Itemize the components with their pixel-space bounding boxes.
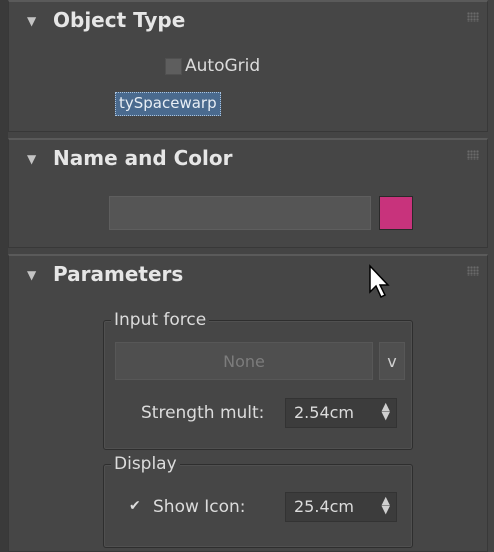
- drag-grip-icon[interactable]: [467, 150, 479, 160]
- mouse-cursor-icon: [369, 264, 390, 299]
- collapse-arrow-icon[interactable]: ▼: [27, 268, 36, 282]
- rollout-object-type-header[interactable]: ▼ Object Type: [9, 2, 487, 42]
- icon-size-value[interactable]: 25.4cm: [294, 497, 354, 516]
- object-name-field[interactable]: [109, 196, 371, 230]
- object-type-button-tyspacewarp[interactable]: tySpacewarp: [115, 92, 221, 116]
- strength-mult-label: Strength mult:: [141, 403, 265, 423]
- input-force-group: [103, 320, 413, 450]
- show-icon-label: Show Icon:: [153, 497, 246, 517]
- drag-grip-icon[interactable]: [467, 12, 479, 22]
- rollout-object-type-title: Object Type: [53, 8, 186, 32]
- input-force-picker-button[interactable]: None: [115, 342, 373, 380]
- object-color-swatch[interactable]: [379, 196, 413, 230]
- rollout-object-type: ▼ Object Type AutoGrid tySpacewarp: [8, 0, 488, 132]
- strength-mult-spinner[interactable]: 2.54cm ▲ ▼: [285, 398, 397, 428]
- spinner-arrows-icon[interactable]: ▲ ▼: [382, 401, 390, 421]
- rollout-parameters-title: Parameters: [53, 262, 184, 286]
- input-force-dropdown-button[interactable]: v: [379, 342, 405, 380]
- left-panel-edge: [0, 0, 8, 552]
- rollout-parameters-header[interactable]: ▼ Parameters: [9, 256, 487, 296]
- icon-size-spinner[interactable]: 25.4cm ▲ ▼: [285, 492, 397, 522]
- spinner-arrows-icon[interactable]: ▲ ▼: [382, 495, 390, 515]
- collapse-arrow-icon[interactable]: ▼: [27, 14, 36, 28]
- input-force-group-label: Input force: [111, 310, 210, 330]
- show-icon-checkbox[interactable]: ✔: [129, 498, 141, 514]
- drag-grip-icon[interactable]: [467, 266, 479, 276]
- rollout-name-and-color-title: Name and Color: [53, 146, 233, 170]
- strength-mult-value[interactable]: 2.54cm: [294, 403, 354, 422]
- autogrid-checkbox[interactable]: [165, 58, 182, 75]
- rollout-parameters: ▼ Parameters Input force None v Strength…: [8, 254, 488, 552]
- rollout-name-and-color: ▼ Name and Color: [8, 138, 488, 248]
- display-group-label: Display: [111, 454, 180, 474]
- collapse-arrow-icon[interactable]: ▼: [27, 152, 36, 166]
- rollout-name-and-color-header[interactable]: ▼ Name and Color: [9, 140, 487, 180]
- autogrid-label: AutoGrid: [185, 56, 261, 76]
